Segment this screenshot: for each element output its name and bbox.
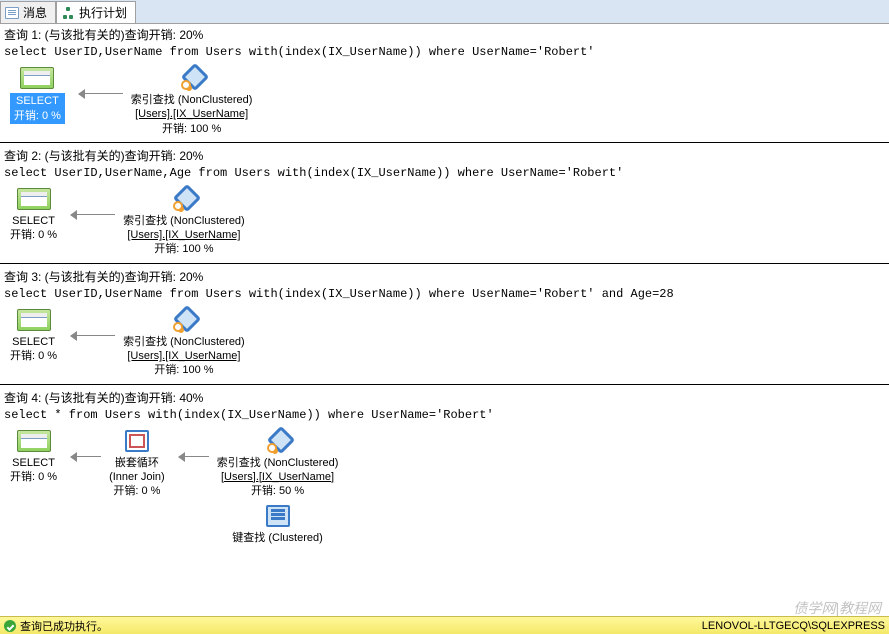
table-icon: [17, 188, 51, 210]
query-sql: select UserID,UserName from Users with(i…: [0, 45, 889, 63]
query-title: 查询 4: (与该批有关的)查询开销: 40%: [0, 387, 889, 408]
seek-label: 索引查找 (NonClustered): [217, 456, 339, 470]
status-text: 查询已成功执行。: [20, 618, 108, 634]
index-seek-icon: [171, 309, 197, 331]
arrow-icon: [65, 331, 115, 341]
nested-loop-icon: [125, 430, 149, 452]
plan-graph[interactable]: SELECT 开销: 0 % 索引查找 (NonClustered) [User…: [0, 63, 889, 136]
seek-cost: 开销: 100 %: [131, 122, 253, 136]
table-icon: [17, 430, 51, 452]
server-name: LENOVOL-LLTGECQ\SQLEXPRESS: [702, 620, 885, 632]
seek-detail: [Users].[IX_UserName]: [217, 470, 339, 484]
query-block-1: 查询 1: (与该批有关的)查询开销: 20% select UserID,Us…: [0, 24, 889, 143]
execution-plan-icon: [61, 7, 75, 19]
arrow-icon: [73, 89, 123, 99]
seek-cost: 开销: 100 %: [123, 242, 245, 256]
loop-detail: (Inner Join): [109, 470, 165, 484]
seek-cost: 开销: 100 %: [123, 363, 245, 377]
key-label: 键查找 (Clustered): [232, 531, 322, 545]
plan-graph[interactable]: SELECT 开销: 0 % 索引查找 (NonClustered) [User…: [0, 305, 889, 378]
seek-label: 索引查找 (NonClustered): [131, 93, 253, 107]
index-seek-node[interactable]: 索引查找 (NonClustered) [Users].[IX_UserName…: [131, 67, 253, 136]
query-title: 查询 3: (与该批有关的)查询开销: 20%: [0, 266, 889, 287]
seek-detail: [Users].[IX_UserName]: [131, 107, 253, 121]
status-bar: 查询已成功执行。 LENOVOL-LLTGECQ\SQLEXPRESS: [0, 616, 889, 634]
seek-cost: 开销: 50 %: [217, 484, 339, 498]
key-lookup-node[interactable]: 键查找 (Clustered): [232, 505, 322, 545]
arrow-icon: [65, 452, 101, 462]
tab-messages[interactable]: 消息: [0, 1, 56, 23]
index-seek-node[interactable]: 索引查找 (NonClustered) [Users].[IX_UserName…: [123, 309, 245, 378]
query-sql: select UserID,UserName from Users with(i…: [0, 287, 889, 305]
query-title: 查询 1: (与该批有关的)查询开销: 20%: [0, 24, 889, 45]
select-cost: 开销: 0 %: [10, 228, 57, 242]
tab-plan-label: 执行计划: [79, 4, 127, 21]
select-label: SELECT: [10, 335, 57, 349]
select-cost: 开销: 0 %: [10, 470, 57, 484]
status-left: 查询已成功执行。: [4, 618, 108, 634]
tab-messages-label: 消息: [23, 4, 47, 21]
index-seek-node[interactable]: 索引查找 (NonClustered) [Users].[IX_UserName…: [217, 430, 339, 499]
query-sql: select UserID,UserName,Age from Users wi…: [0, 166, 889, 184]
success-icon: [4, 620, 16, 632]
key-lookup-icon: [266, 505, 290, 527]
tab-bar: 消息 执行计划: [0, 0, 889, 24]
messages-icon: [5, 7, 19, 19]
index-seek-icon: [179, 67, 205, 89]
plan-graph[interactable]: SELECT 开销: 0 % 索引查找 (NonClustered) [User…: [0, 184, 889, 257]
index-seek-icon: [265, 430, 291, 452]
select-node[interactable]: SELECT 开销: 0 %: [10, 67, 65, 124]
query-sql: select * from Users with(index(IX_UserNa…: [0, 408, 889, 426]
seek-detail: [Users].[IX_UserName]: [123, 228, 245, 242]
seek-detail: [Users].[IX_UserName]: [123, 349, 245, 363]
arrow-icon: [65, 210, 115, 220]
query-title: 查询 2: (与该批有关的)查询开销: 20%: [0, 145, 889, 166]
select-node[interactable]: SELECT 开销: 0 %: [10, 309, 57, 364]
seek-label: 索引查找 (NonClustered): [123, 214, 245, 228]
select-cost: 开销: 0 %: [10, 109, 65, 123]
table-icon: [20, 67, 54, 89]
loop-cost: 开销: 0 %: [109, 484, 165, 498]
select-node[interactable]: SELECT 开销: 0 %: [10, 430, 57, 485]
table-icon: [17, 309, 51, 331]
nested-loop-node[interactable]: 嵌套循环 (Inner Join) 开销: 0 %: [109, 430, 165, 499]
select-label: SELECT: [10, 214, 57, 228]
select-label: SELECT: [10, 456, 57, 470]
plan-graph[interactable]: SELECT 开销: 0 % 嵌套循环 (Inner Join) 开销: 0 %…: [0, 426, 889, 545]
select-node[interactable]: SELECT 开销: 0 %: [10, 188, 57, 243]
select-cost: 开销: 0 %: [10, 349, 57, 363]
seek-label: 索引查找 (NonClustered): [123, 335, 245, 349]
query-block-4: 查询 4: (与该批有关的)查询开销: 40% select * from Us…: [0, 387, 889, 551]
loop-label: 嵌套循环: [109, 456, 165, 470]
index-seek-icon: [171, 188, 197, 210]
plan-content: 查询 1: (与该批有关的)查询开销: 20% select UserID,Us…: [0, 24, 889, 620]
index-seek-node[interactable]: 索引查找 (NonClustered) [Users].[IX_UserName…: [123, 188, 245, 257]
arrow-icon: [173, 452, 209, 462]
select-label: SELECT: [10, 93, 65, 109]
query-block-3: 查询 3: (与该批有关的)查询开销: 20% select UserID,Us…: [0, 266, 889, 385]
query-block-2: 查询 2: (与该批有关的)查询开销: 20% select UserID,Us…: [0, 145, 889, 264]
tab-execution-plan[interactable]: 执行计划: [56, 1, 136, 23]
